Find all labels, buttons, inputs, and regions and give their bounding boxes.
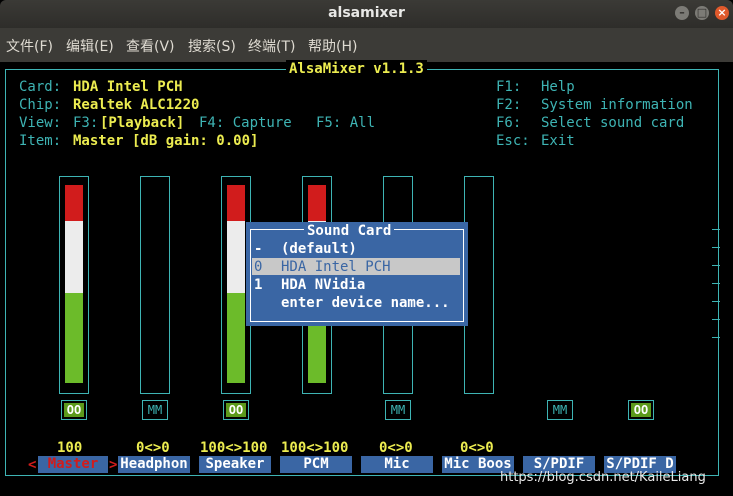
master-volume-bar[interactable] [59,176,89,394]
scroll-tick [712,319,720,320]
card-label: Card: [19,79,62,95]
dialog-item-hda-intel-pch[interactable]: HDA Intel PCH [281,258,391,276]
spdif-mute-text: MM [552,403,568,417]
speaker-value: 100<>100 [200,440,268,456]
scroll-tick [712,301,720,302]
item-value: Master [dB gain: 0.00] [73,133,259,149]
help-key-f1: F1: [496,79,522,95]
menu-bar: 文件(F) 编辑(E) 查看(V) 搜索(S) 终端(T) 帮助(H) [0,28,733,62]
pcm-bar-red [308,185,326,221]
view-playback[interactable]: [Playback] [100,114,184,132]
master-bar-white [65,221,83,293]
help-text-f2: System information [541,97,693,113]
master-mute-text: OO [64,403,84,417]
spdif-default-mute-text: OO [631,403,651,417]
minimize-button[interactable]: – [675,6,689,20]
headphone-mute-switch[interactable]: MM [142,400,168,420]
help-text-esc: Exit [541,133,575,149]
terminal-window: alsamixer – □ × 文件(F) 编辑(E) 查看(V) 搜索(S) … [0,0,733,496]
window-title: alsamixer [328,5,405,21]
master-mute-switch[interactable]: OO [61,400,87,420]
mic-label[interactable]: Mic [361,456,433,473]
speaker-bar-green [227,293,245,383]
help-key-f2: F2: [496,97,522,113]
item-label: Item: [19,133,62,149]
help-text-f1: Help [541,79,575,95]
scroll-tick [712,265,720,266]
help-key-f6: F6: [496,115,522,131]
card-value: HDA Intel PCH [73,79,183,95]
headphone-label[interactable]: Headphon [118,456,190,473]
selected-right-arrow: > [109,457,118,473]
dialog-item-enter-device[interactable]: enter device name... [281,294,450,312]
menu-search[interactable]: 搜索(S) [188,36,236,56]
dialog-title: Sound Card [304,222,395,240]
headphone-mute-text: MM [147,403,163,417]
view-f3: F3: [73,115,99,131]
view-all[interactable]: F5: All [316,114,375,132]
dialog-item-key: 0 [254,259,263,275]
menu-terminal[interactable]: 终端(T) [248,36,295,56]
speaker-bar-red [227,185,245,221]
title-bar: alsamixer – □ × [0,0,733,28]
spdif-default-mute-switch[interactable]: OO [628,400,654,420]
selected-left-arrow: < [28,457,37,473]
view-label: View: [19,115,62,131]
speaker-bar-white [227,221,245,293]
speaker-mute-text: OO [226,403,246,417]
master-bar-green [65,293,83,383]
app-title: AlsaMixer v1.1.3 [286,60,427,78]
menu-help[interactable]: 帮助(H) [308,36,357,56]
menu-edit[interactable]: 编辑(E) [66,36,114,56]
chip-value: Realtek ALC1220 [73,97,200,113]
help-text-f6: Select sound card [541,115,685,131]
headphone-value: 0<>0 [136,440,170,456]
pcm-label[interactable]: PCM [280,456,352,473]
close-button[interactable]: × [715,6,729,20]
dialog-item-default[interactable]: (default) [281,240,357,258]
view-capture[interactable]: F4: Capture [199,114,292,132]
scroll-tick [712,247,720,248]
mic-value: 0<>0 [379,440,413,456]
mic-boost-value: 0<>0 [460,440,494,456]
menu-view[interactable]: 查看(V) [126,36,175,56]
master-bar-red [65,185,83,221]
speaker-mute-switch[interactable]: OO [223,400,249,420]
scroll-tick [712,283,720,284]
pcm-value: 100<>100 [281,440,349,456]
dialog-item-key: - [254,241,263,257]
help-key-esc: Esc: [496,133,530,149]
menu-file[interactable]: 文件(F) [6,36,53,56]
mic-mute-switch[interactable]: MM [385,400,411,420]
watermark: https://blog.csdn.net/KaileLiang [500,470,706,485]
headphone-volume-bar[interactable] [140,176,170,394]
dialog-item-key: 1 [254,277,263,293]
spdif-mute-switch[interactable]: MM [547,400,573,420]
maximize-button[interactable]: □ [695,6,709,20]
dialog-item-hda-nvidia[interactable]: HDA NVidia [281,276,365,294]
mic-boost-volume-bar[interactable] [464,176,494,394]
chip-label: Chip: [19,97,62,113]
scroll-tick [712,229,720,230]
scroll-tick [712,337,720,338]
master-label[interactable]: Master [38,456,108,473]
speaker-label[interactable]: Speaker [199,456,271,473]
mic-mute-text: MM [390,403,406,417]
master-value: 100 [57,440,83,456]
